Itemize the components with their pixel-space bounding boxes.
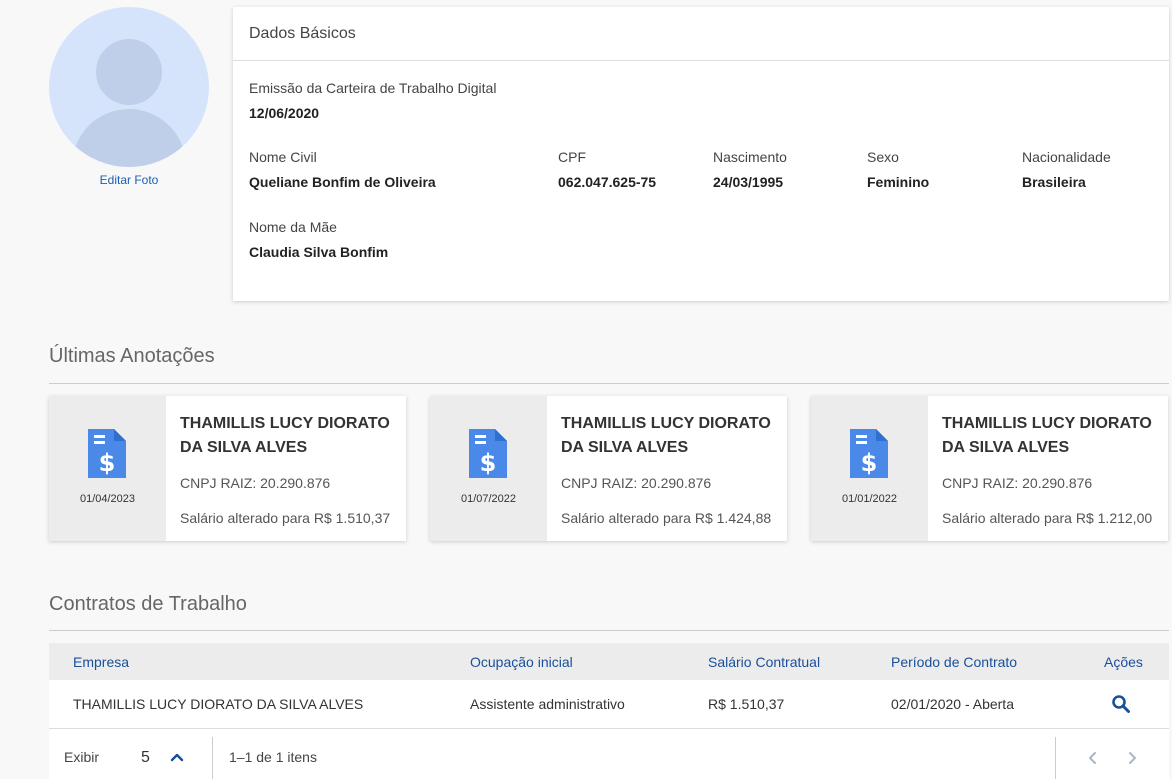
edit-photo-link[interactable]: Editar Foto	[49, 173, 209, 187]
col-periodo[interactable]: Período de Contrato	[891, 654, 1017, 670]
col-acoes: Ações	[1104, 654, 1143, 670]
annotation-card[interactable]: $ 01/01/2022 THAMILLIS LUCY DIORATO DA S…	[811, 396, 1168, 541]
nacionalidade-value: Brasileira	[1022, 174, 1086, 190]
annotation-note: Salário alterado para R$ 1.424,88	[561, 510, 772, 526]
annotation-icon-panel: $ 01/01/2022	[811, 396, 928, 541]
svg-text:$: $	[480, 449, 497, 477]
annotation-cnpj: CNPJ RAIZ: 20.290.876	[942, 475, 1093, 491]
annotation-date: 01/07/2022	[460, 493, 517, 505]
annotations-title: Últimas Anotações	[49, 345, 215, 367]
col-salario[interactable]: Salário Contratual	[708, 654, 820, 670]
annotation-company: THAMILLIS LUCY DIORATO DA SILVA ALVES	[180, 415, 390, 456]
table-header: Empresa Ocupação inicial Salário Contrat…	[49, 643, 1169, 680]
avatar-body	[72, 109, 186, 167]
nascimento-value: 24/03/1995	[713, 174, 784, 190]
chevron-right-icon[interactable]	[1124, 750, 1140, 766]
annotation-cnpj: CNPJ RAIZ: 20.290.876	[180, 475, 331, 491]
page-range: 1–1 de 1 itens	[229, 749, 317, 765]
basic-data-title: Dados Básicos	[233, 7, 1169, 61]
nome-mae-value: Claudia Silva Bonfim	[249, 244, 389, 260]
contracts-divider	[49, 630, 1169, 631]
nome-civil-value: Queliane Bonfim de Oliveira	[249, 174, 436, 190]
annotation-date: 01/04/2023	[79, 493, 136, 505]
annotation-cnpj: CNPJ RAIZ: 20.290.876	[561, 475, 712, 491]
cell-periodo: 02/01/2020 - Aberta	[891, 696, 1014, 712]
salary-document-icon: $	[850, 429, 888, 478]
annotation-note: Salário alterado para R$ 1.510,37	[180, 510, 391, 526]
cell-empresa: THAMILLIS LUCY DIORATO DA SILVA ALVES	[73, 696, 364, 712]
annotation-date: 01/01/2022	[841, 493, 898, 505]
nascimento-field: Nascimento 24/03/1995	[713, 149, 787, 190]
contracts-table: Empresa Ocupação inicial Salário Contrat…	[49, 643, 1169, 779]
col-empresa[interactable]: Empresa	[73, 654, 129, 670]
svg-text:$: $	[861, 449, 878, 477]
nome-mae-field: Nome da Mãe Claudia Silva Bonfim	[249, 219, 388, 260]
page-size-select[interactable]: 5	[141, 749, 150, 767]
pager-divider	[212, 737, 213, 779]
cell-salario: R$ 1.510,37	[708, 696, 785, 712]
basic-data-card: Dados Básicos Emissão da Carteira de Tra…	[233, 7, 1169, 301]
salary-document-icon: $	[88, 429, 126, 478]
nome-civil-label: Nome Civil	[249, 149, 317, 165]
annotation-company: THAMILLIS LUCY DIORATO DA SILVA ALVES	[561, 415, 771, 456]
annotation-card[interactable]: $ 01/07/2022 THAMILLIS LUCY DIORATO DA S…	[430, 396, 787, 541]
cell-ocupacao: Assistente administrativo	[470, 696, 625, 712]
search-icon[interactable]	[1111, 694, 1131, 714]
annotation-company: THAMILLIS LUCY DIORATO DA SILVA ALVES	[942, 415, 1152, 456]
emissao-label: Emissão da Carteira de Trabalho Digital	[249, 80, 497, 96]
svg-text:$: $	[99, 449, 116, 477]
table-pager: Exibir 5 1–1 de 1 itens	[49, 729, 1169, 779]
col-ocupacao[interactable]: Ocupação inicial	[470, 654, 573, 670]
sexo-field: Sexo Feminino	[867, 149, 929, 190]
page-size-label: Exibir	[64, 749, 100, 765]
chevron-up-icon[interactable]	[169, 749, 185, 765]
nome-civil-field: Nome Civil Queliane Bonfim de Oliveira	[249, 149, 436, 190]
pager-divider	[1055, 737, 1056, 779]
cpf-label: CPF	[558, 149, 586, 165]
nome-mae-label: Nome da Mãe	[249, 219, 337, 235]
annotation-note: Salário alterado para R$ 1.212,00	[942, 510, 1153, 526]
salary-document-icon: $	[469, 429, 507, 478]
chevron-left-icon[interactable]	[1085, 750, 1101, 766]
profile-avatar	[49, 7, 209, 167]
cpf-value: 062.047.625-75	[558, 174, 657, 190]
cpf-field: CPF 062.047.625-75	[558, 149, 656, 190]
nacionalidade-field: Nacionalidade Brasileira	[1022, 149, 1111, 190]
table-row: THAMILLIS LUCY DIORATO DA SILVA ALVES As…	[49, 680, 1169, 729]
contracts-title: Contratos de Trabalho	[49, 593, 247, 615]
avatar-head	[96, 39, 162, 105]
emissao-field: Emissão da Carteira de Trabalho Digital …	[249, 80, 496, 121]
annotations-divider	[49, 383, 1169, 384]
sexo-label: Sexo	[867, 149, 899, 165]
nascimento-label: Nascimento	[713, 149, 787, 165]
emissao-value: 12/06/2020	[249, 105, 320, 121]
sexo-value: Feminino	[867, 174, 930, 190]
annotation-icon-panel: $ 01/07/2022	[430, 396, 547, 541]
annotation-icon-panel: $ 01/04/2023	[49, 396, 166, 541]
nacionalidade-label: Nacionalidade	[1022, 149, 1111, 165]
annotation-card[interactable]: $ 01/04/2023 THAMILLIS LUCY DIORATO DA S…	[49, 396, 406, 541]
